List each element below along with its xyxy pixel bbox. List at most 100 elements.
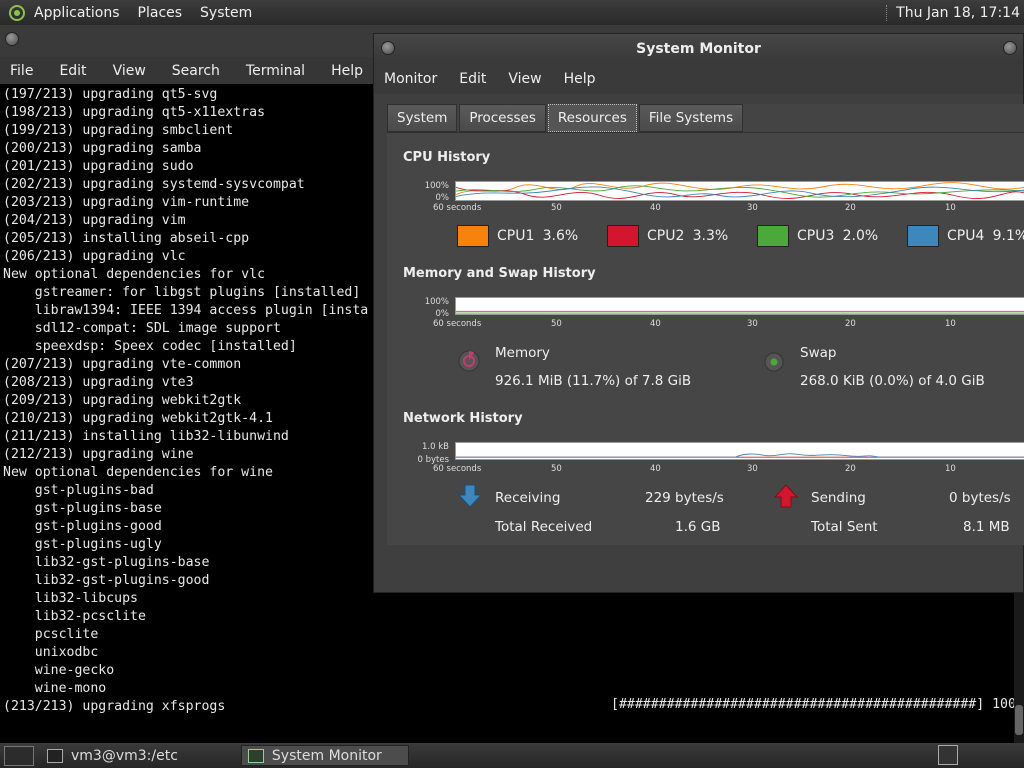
cpu-x-axis: 60 seconds 50 40 30 20 10 [433, 203, 1024, 213]
sysmon-menu-monitor[interactable]: Monitor [384, 71, 437, 87]
terminal-line: (202/213) upgrading systemd-sysvcompat [3, 177, 305, 192]
network-y-top: 1.0 kB [422, 442, 449, 452]
network-x-30: 30 [747, 464, 758, 474]
terminal-scrollbar-thumb[interactable] [1015, 705, 1023, 735]
cpu-history-title: CPU History [403, 150, 491, 165]
cpu3-color-swatch[interactable] [757, 225, 789, 247]
system-monitor-icon [247, 748, 264, 763]
workspace-switcher-icon[interactable] [938, 745, 958, 765]
network-history-graph [455, 442, 1024, 460]
terminal-line: (210/213) upgrading webkit2gtk-4.1 [3, 411, 273, 426]
taskbar-terminal[interactable]: vm3@vm3:/etc [40, 745, 185, 766]
terminal-line: (212/213) upgrading wine [3, 447, 194, 462]
network-x-60: 60 seconds [433, 464, 482, 474]
sysmon-titlebar[interactable]: System Monitor [374, 34, 1023, 64]
cpu4-legend[interactable]: CPU4 9.1% [907, 225, 1024, 247]
sysmon-maximize-icon[interactable] [1003, 41, 1017, 55]
clock[interactable]: Thu Jan 18, 17:14 [896, 5, 1020, 21]
swap-pie-icon[interactable] [763, 351, 785, 373]
cpu-history-graph [455, 181, 1024, 201]
cpu-y-top: 100% [424, 181, 449, 191]
cpu3-legend[interactable]: CPU3 2.0% [757, 225, 878, 247]
network-history-title: Network History [403, 411, 523, 426]
terminal-line: lib32-gst-plugins-base [3, 555, 210, 570]
terminal-menu-edit[interactable]: Edit [59, 63, 86, 79]
terminal-menu-help[interactable]: Help [331, 63, 363, 79]
sysmon-tabs: System Processes Resources File Systems [387, 104, 745, 132]
terminal-line: (211/213) installing lib32-libunwind [3, 429, 289, 444]
show-desktop-icon[interactable] [4, 745, 34, 766]
sending-value: 0 bytes/s [949, 490, 1011, 506]
sending-arrow-icon[interactable] [773, 483, 799, 509]
terminal-line: libraw1394: IEEE 1394 access plugin [ins… [3, 303, 369, 318]
terminal-line: (201/213) upgrading sudo [3, 159, 194, 174]
tab-processes[interactable]: Processes [459, 104, 546, 132]
terminal-close-icon[interactable] [5, 32, 19, 46]
cpu-x-30: 30 [747, 203, 758, 213]
swap-value: 268.0 KiB (0.0%) of 4.0 GiB [800, 373, 985, 389]
cpu2-legend[interactable]: CPU2 3.3% [607, 225, 728, 247]
network-x-axis: 60 seconds 50 40 30 20 10 [433, 464, 1024, 474]
total-received-label: Total Received [495, 519, 593, 535]
memory-pie-icon[interactable] [457, 349, 481, 373]
memory-x-10: 10 [945, 319, 956, 329]
cpu1-value: 3.6% [542, 228, 579, 244]
cpu1-legend[interactable]: CPU1 3.6% [457, 225, 578, 247]
sysmon-menu-edit[interactable]: Edit [459, 71, 486, 87]
memory-x-20: 20 [845, 319, 856, 329]
terminal-menu-search[interactable]: Search [172, 63, 220, 79]
memory-x-30: 30 [747, 319, 758, 329]
bottom-taskbar: vm3@vm3:/etc System Monitor [0, 743, 1024, 768]
memory-history-graph [455, 297, 1024, 315]
menu-places[interactable]: Places [138, 5, 183, 21]
tab-resources[interactable]: Resources [547, 104, 637, 132]
receiving-label: Receiving [495, 490, 561, 506]
terminal-line: (197/213) upgrading qt5-svg [3, 87, 218, 102]
cpu4-color-swatch[interactable] [907, 225, 939, 247]
terminal-line: gst-plugins-base [3, 501, 162, 516]
terminal-line: gst-plugins-bad [3, 483, 154, 498]
terminal-output[interactable]: (197/213) upgrading qt5-svg (198/213) upg… [3, 86, 368, 716]
terminal-menu-file[interactable]: File [10, 63, 33, 79]
cpu3-value: 2.0% [842, 228, 879, 244]
menu-system[interactable]: System [200, 5, 252, 21]
resources-panel: CPU History 100% 0% 60 seconds 50 40 30 … [387, 132, 1024, 545]
sysmon-title: System Monitor [636, 41, 761, 57]
progress-bar-text: [#######################################… [611, 697, 1024, 712]
terminal-line: (208/213) upgrading vte3 [3, 375, 194, 390]
distro-logo-icon[interactable] [6, 2, 28, 24]
network-x-40: 40 [650, 464, 661, 474]
receiving-arrow-icon[interactable] [457, 483, 483, 509]
menu-applications[interactable]: Applications [34, 5, 120, 21]
terminal-icon [47, 748, 63, 763]
tab-file-systems[interactable]: File Systems [638, 104, 744, 132]
terminal-line: gst-plugins-ugly [3, 537, 162, 552]
panel-clock-area: Thu Jan 18, 17:14 [886, 0, 1020, 25]
terminal-line: (205/213) installing abseil-cpp [3, 231, 250, 246]
cpu-x-20: 20 [845, 203, 856, 213]
taskbar-terminal-label: vm3@vm3:/etc [71, 747, 178, 764]
terminal-line: (207/213) upgrading vte-common [3, 357, 242, 372]
cpu4-name: CPU4 [947, 228, 985, 244]
memory-x-60: 60 seconds [433, 319, 482, 329]
cpu1-color-swatch[interactable] [457, 225, 489, 247]
taskbar-system-monitor[interactable]: System Monitor [240, 745, 409, 766]
terminal-menu-view[interactable]: View [113, 63, 146, 79]
sysmon-menu-view[interactable]: View [508, 71, 541, 87]
memory-x-50: 50 [551, 319, 562, 329]
terminal-line: wine-gecko [3, 663, 115, 678]
memory-y-top: 100% [424, 297, 449, 307]
total-received-value: 1.6 GB [675, 519, 721, 535]
cpu2-color-swatch[interactable] [607, 225, 639, 247]
cpu2-value: 3.3% [692, 228, 729, 244]
tab-system[interactable]: System [387, 104, 458, 132]
cpu-x-60: 60 seconds [433, 203, 482, 213]
memory-value: 926.1 MiB (11.7%) of 7.8 GiB [495, 373, 692, 389]
terminal-line: (203/213) upgrading vim-runtime [3, 195, 250, 210]
terminal-line: (206/213) upgrading vlc [3, 249, 186, 264]
sysmon-menu-help[interactable]: Help [564, 71, 596, 87]
receiving-value: 229 bytes/s [645, 490, 724, 506]
terminal-menu-terminal[interactable]: Terminal [246, 63, 305, 79]
memory-label: Memory [495, 345, 550, 361]
terminal-line: speexdsp: Speex codec [installed] [3, 339, 297, 354]
